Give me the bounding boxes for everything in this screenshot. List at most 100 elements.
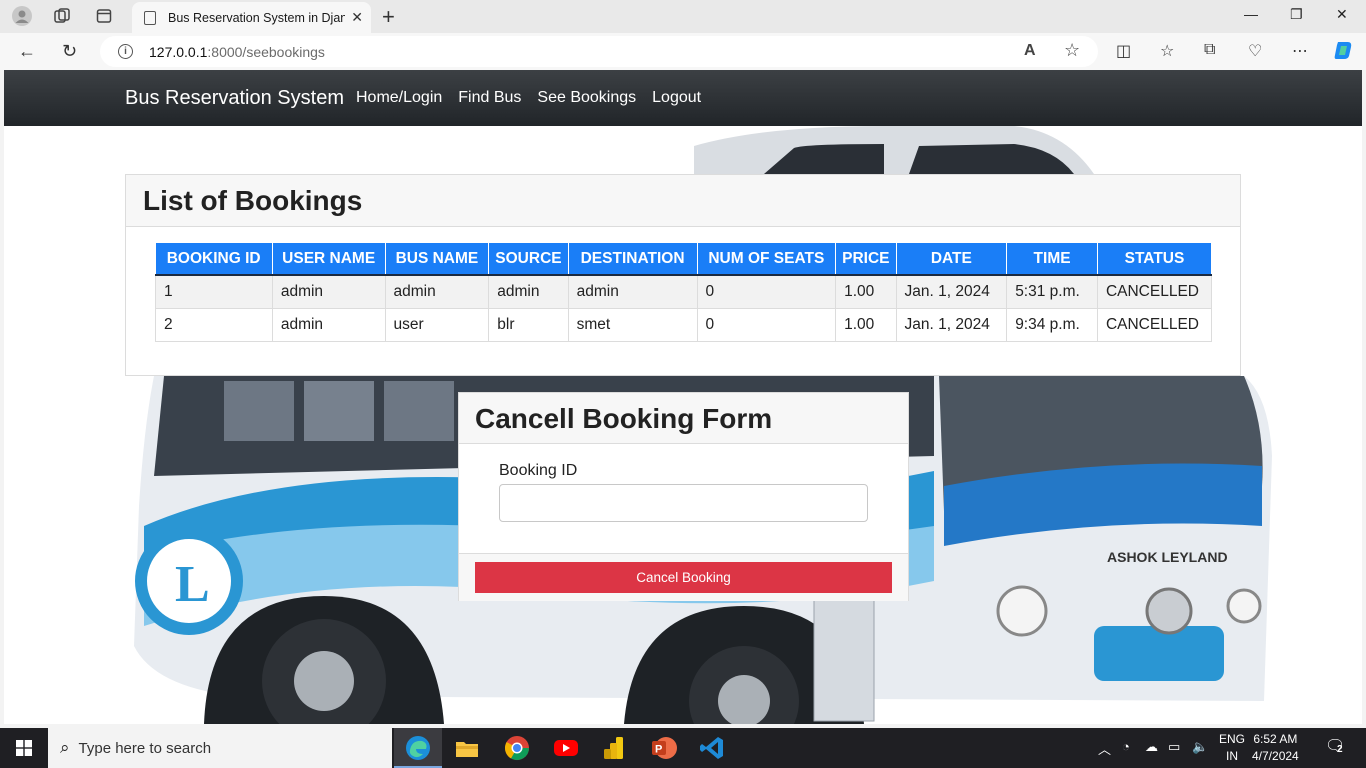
column-header-source: SOURCE: [488, 243, 569, 276]
cell-status: CANCELLED: [1096, 274, 1213, 309]
web-page: ASHOK LEYLAND L Bus Reservation System H…: [4, 70, 1362, 724]
restore-icon[interactable]: ❐: [1290, 6, 1303, 23]
cancel-form-header: Cancell Booking Form: [459, 393, 908, 444]
cell-user-name: admin: [271, 274, 386, 309]
browser-tab-bar: Bus Reservation System in Django ✕ + — ❐…: [0, 0, 1366, 33]
table-header-row: BOOKING ID USER NAME BUS NAME SOURCE DES…: [155, 243, 1213, 276]
site-info-icon[interactable]: i: [118, 44, 133, 59]
clock-time: 6:52 AM: [1253, 732, 1298, 746]
bookings-title: List of Bookings: [143, 185, 363, 216]
column-header-date: DATE: [896, 243, 1008, 276]
cancel-form-body: Booking ID: [459, 444, 908, 555]
battery-icon[interactable]: ▭: [1168, 739, 1180, 755]
close-window-icon[interactable]: ✕: [1336, 6, 1348, 23]
cancel-form-footer: Cancel Booking: [459, 553, 908, 601]
column-header-time: TIME: [1006, 243, 1098, 276]
favorite-star-icon[interactable]: ☆: [1064, 40, 1080, 61]
browser-essentials-icon[interactable]: ♡: [1248, 41, 1262, 61]
cancel-booking-button[interactable]: Cancel Booking: [475, 562, 892, 593]
language-indicator[interactable]: ENG IN: [1219, 731, 1245, 765]
taskbar: ⌕ Type here to search P ︿ ◔ ☁ ▭ 🔈 ENG IN…: [0, 728, 1366, 768]
tab-actions-icon[interactable]: [92, 5, 116, 27]
search-placeholder: Type here to search: [78, 739, 212, 757]
file-explorer-icon[interactable]: [453, 734, 481, 762]
bus-brand-text: ASHOK LEYLAND: [1107, 549, 1228, 565]
cancel-booking-form: Cancell Booking Form Booking ID Cancel B…: [458, 392, 909, 601]
back-icon[interactable]: ←: [18, 41, 36, 62]
wifi-icon[interactable]: ◔: [1122, 739, 1130, 754]
cell-date: Jan. 1, 2024: [895, 274, 1008, 309]
cell-source: admin: [488, 274, 569, 309]
chrome-icon[interactable]: [503, 734, 531, 762]
cell-price: 1.00: [835, 274, 897, 309]
tab-title: Bus Reservation System in Django: [168, 10, 346, 25]
column-header-booking-id: BOOKING ID: [155, 243, 273, 276]
search-icon: ⌕: [60, 738, 70, 757]
cell-bus-name: user: [384, 307, 490, 342]
cell-bus-name: admin: [384, 274, 490, 309]
bookings-card: List of Bookings BOOKING ID USER NAME BU…: [125, 174, 1241, 376]
navbar: Bus Reservation System Home/Login Find B…: [4, 70, 1362, 126]
volume-icon[interactable]: 🔈: [1192, 739, 1208, 755]
address-toolbar: ← ↻ i 127.0.0.1:8000/seebookings A ☆ ◫ ☆…: [0, 33, 1366, 70]
profile-icon[interactable]: [10, 5, 34, 27]
taskbar-search[interactable]: ⌕ Type here to search: [48, 728, 392, 768]
refresh-icon[interactable]: ↻: [62, 41, 77, 62]
network-icon[interactable]: ☁: [1145, 739, 1158, 755]
nav-link-logout[interactable]: Logout: [652, 89, 701, 107]
navbar-brand[interactable]: Bus Reservation System: [125, 87, 344, 110]
cell-destination: admin: [567, 274, 698, 309]
cell-status: CANCELLED: [1096, 307, 1213, 342]
favorites-icon[interactable]: ☆: [1160, 41, 1174, 61]
read-aloud-icon[interactable]: A: [1024, 42, 1036, 60]
url-path: :8000/seebookings: [207, 43, 325, 60]
more-menu-icon[interactable]: ⋯: [1292, 41, 1308, 61]
split-screen-icon[interactable]: ◫: [1116, 41, 1131, 61]
region-code: IN: [1226, 749, 1238, 763]
workspaces-icon[interactable]: [50, 5, 74, 27]
show-hidden-icons-chevron-icon[interactable]: ︿: [1098, 739, 1111, 758]
cell-booking-id: 2: [155, 307, 273, 342]
column-header-destination: DESTINATION: [568, 243, 698, 276]
url-host: 127.0.0.1: [149, 43, 208, 60]
table-row: 1 admin admin admin admin 0 1.00 Jan. 1,…: [155, 274, 1213, 309]
youtube-icon[interactable]: [552, 734, 580, 762]
notification-count-badge: 2: [1337, 744, 1343, 755]
nav-links: Home/Login Find Bus See Bookings Logout: [356, 89, 701, 107]
cell-user-name: admin: [271, 307, 386, 342]
column-header-price: PRICE: [835, 243, 897, 276]
column-header-status: STATUS: [1097, 243, 1213, 276]
power-bi-icon[interactable]: [600, 734, 628, 762]
cell-source: blr: [488, 307, 569, 342]
cell-num-of-seats: 0: [696, 274, 837, 309]
collections-icon[interactable]: ⧉: [1204, 41, 1215, 59]
edge-browser-icon[interactable]: [404, 734, 432, 762]
url-bar[interactable]: i 127.0.0.1:8000/seebookings A ☆: [100, 36, 1098, 67]
cell-date: Jan. 1, 2024: [895, 307, 1008, 342]
booking-id-label: Booking ID: [499, 462, 578, 479]
column-header-num-of-seats: NUM OF SEATS: [697, 243, 837, 276]
nav-link-home-login[interactable]: Home/Login: [356, 89, 442, 107]
minimize-icon[interactable]: —: [1244, 6, 1258, 22]
booking-id-input[interactable]: [499, 484, 868, 522]
browser-tab-active[interactable]: Bus Reservation System in Django ✕: [132, 2, 371, 33]
cell-destination: smet: [567, 307, 698, 342]
column-header-bus-name: BUS NAME: [385, 243, 490, 276]
bookings-table: BOOKING ID USER NAME BUS NAME SOURCE DES…: [155, 243, 1213, 342]
windows-start-icon[interactable]: [16, 740, 32, 756]
powerpoint-icon[interactable]: P: [650, 734, 678, 762]
nav-link-see-bookings[interactable]: See Bookings: [537, 89, 636, 107]
copilot-icon[interactable]: [1332, 39, 1354, 66]
table-row: 2 admin user blr smet 0 1.00 Jan. 1, 202…: [155, 307, 1213, 342]
vscode-icon[interactable]: [698, 734, 726, 762]
system-clock[interactable]: 6:52 AM 4/7/2024: [1252, 731, 1299, 765]
close-tab-icon[interactable]: ✕: [351, 9, 363, 26]
nav-link-find-bus[interactable]: Find Bus: [458, 89, 521, 107]
cell-num-of-seats: 0: [696, 307, 837, 342]
cancel-form-title: Cancell Booking Form: [475, 403, 773, 434]
clock-date: 4/7/2024: [1252, 749, 1299, 763]
new-tab-icon[interactable]: +: [382, 4, 395, 30]
bookings-card-header: List of Bookings: [126, 175, 1240, 227]
svg-text:P: P: [655, 744, 662, 756]
bus-logo-letter: L: [175, 556, 210, 613]
